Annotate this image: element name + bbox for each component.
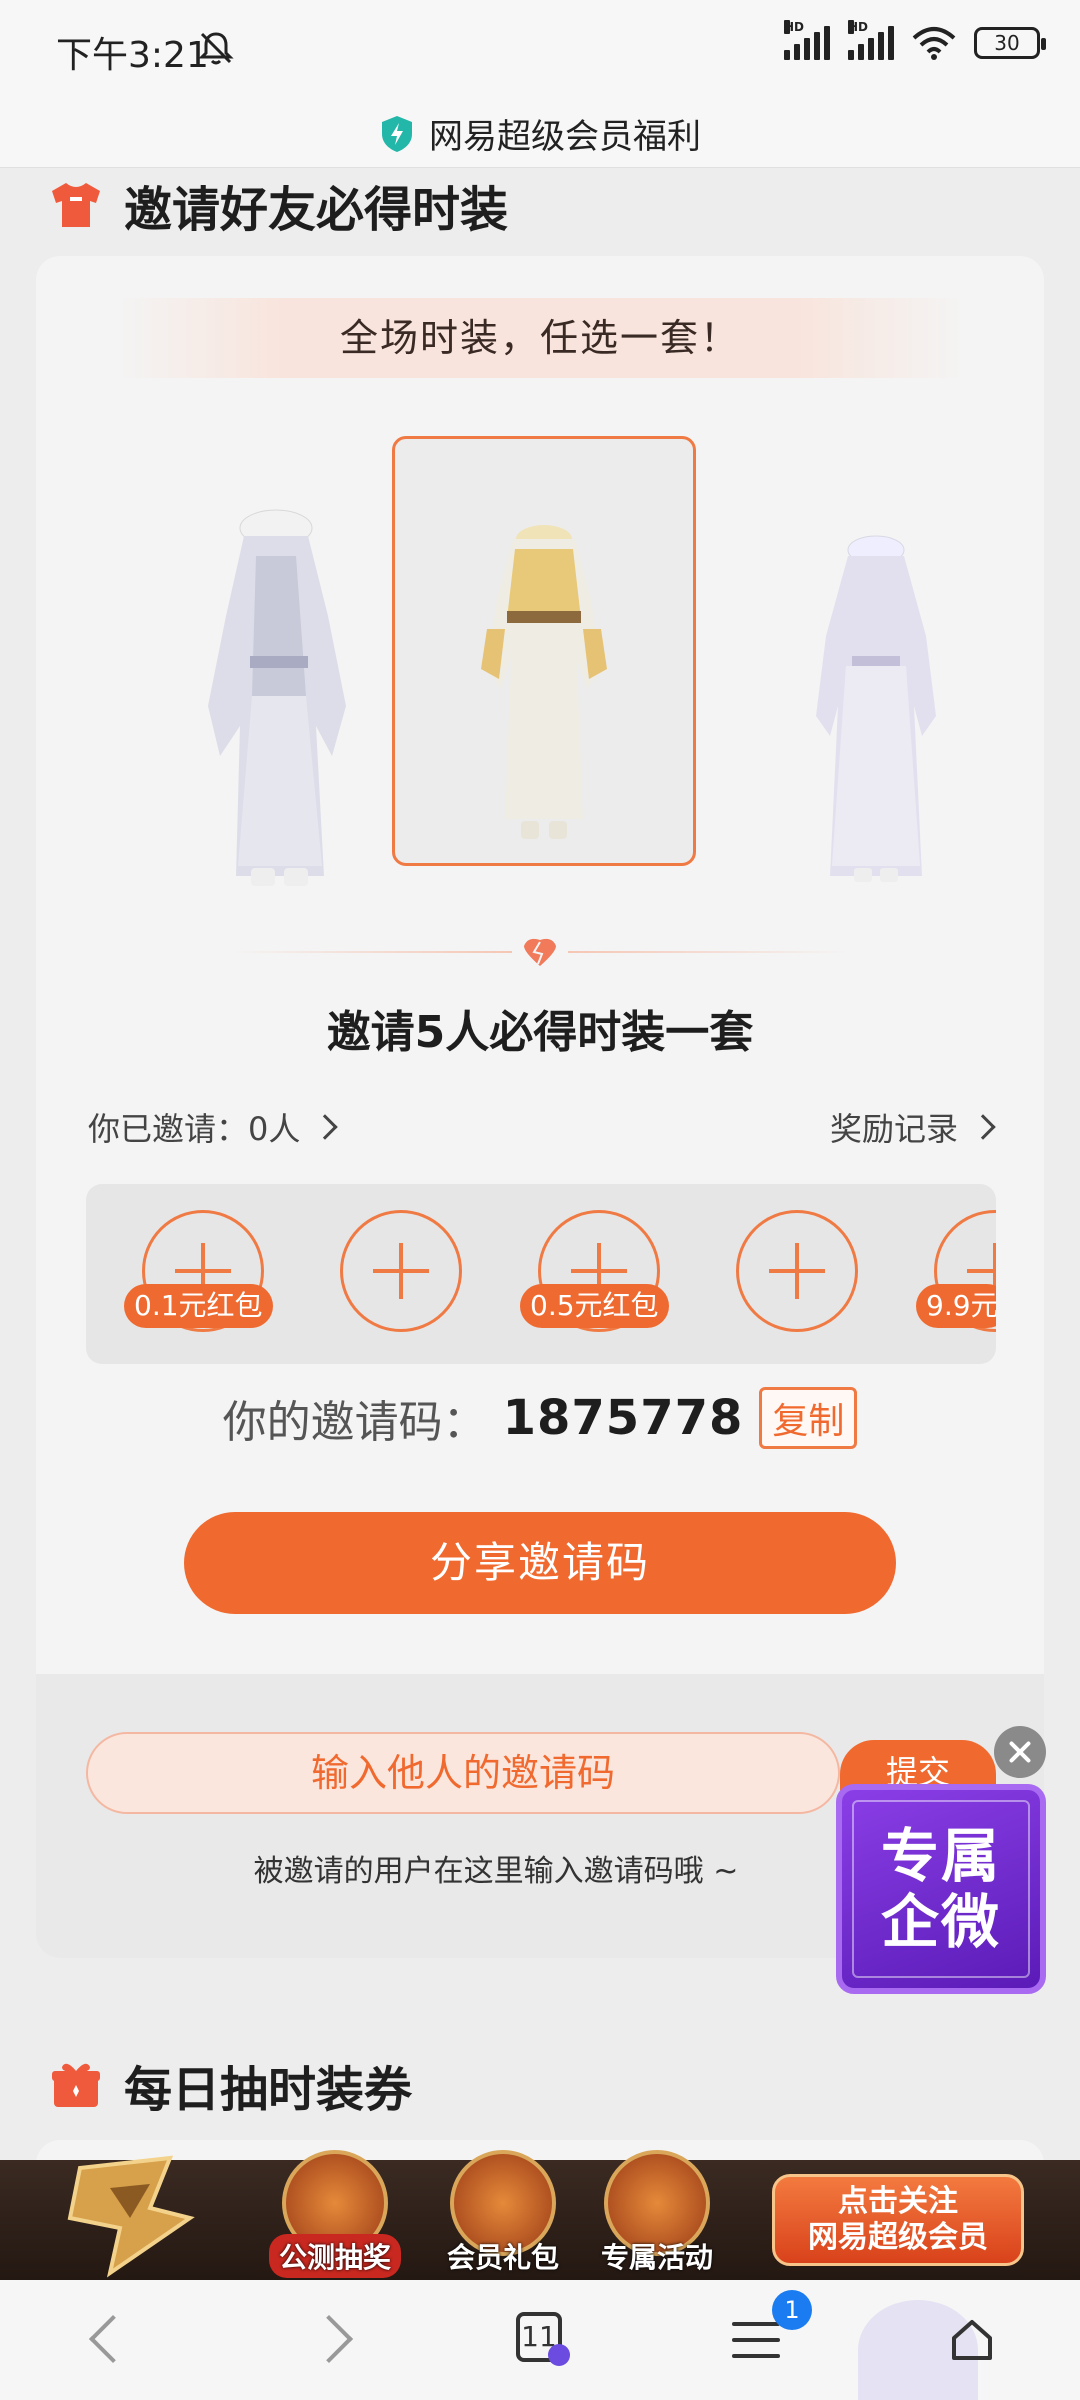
- invite-goal-title: 邀请5人必得时装一套: [326, 1007, 754, 1058]
- outfit-image: [208, 509, 346, 886]
- tabs-button[interactable]: 11: [500, 2300, 580, 2380]
- back-button[interactable]: [66, 2300, 146, 2380]
- status-icons: HD HD 30: [784, 20, 1046, 60]
- signal-icon: HD: [784, 20, 830, 60]
- gift-icon: [52, 2063, 100, 2107]
- chevron-right-icon: [312, 1114, 339, 1140]
- cta-line2: 网易超级会员: [808, 2220, 988, 2255]
- section-title: 每日抽时装券: [124, 2062, 413, 2118]
- reward-badge-1: 0.1元红包: [124, 1284, 273, 1328]
- share-invite-code-button[interactable]: 分享邀请码: [184, 1512, 896, 1614]
- promo-banner: 全场时装，任选一套！: [116, 298, 964, 378]
- promo-item-activity[interactable]: 专属活动: [601, 2150, 713, 2274]
- wecom-frame: 专属 企微: [852, 1800, 1030, 1978]
- title-bar: 网易超级会员福利: [0, 100, 1080, 168]
- wifi-icon: [912, 27, 956, 60]
- netease-logo-icon: [67, 2155, 195, 2278]
- divider-heart-icon: [232, 938, 848, 966]
- section-title: 邀请好友必得时装: [124, 182, 509, 238]
- cta-line1: 点击关注: [838, 2184, 958, 2219]
- invite-slot-4[interactable]: [736, 1210, 858, 1332]
- home-icon: [952, 2320, 992, 2360]
- chevron-right-icon: [970, 1114, 996, 1140]
- home-button[interactable]: [932, 2300, 1012, 2380]
- signal-icon-2: HD: [848, 20, 894, 60]
- wecom-line2: 企微: [880, 1888, 1001, 1956]
- promo-label: 公测抽奖: [269, 2234, 402, 2278]
- section-header-invite: 邀请好友必得时装: [48, 170, 508, 240]
- reward-record-label: 奖励记录: [829, 1110, 958, 1148]
- promo-item-lottery[interactable]: 公测抽奖: [269, 2150, 402, 2278]
- wecom-float-button[interactable]: 专属 企微: [836, 1784, 1046, 1994]
- menu-button[interactable]: 1: [716, 2290, 812, 2380]
- invited-count-label: 你已邀请：0人: [88, 1110, 301, 1148]
- invite-code-value: 1875778: [502, 1390, 744, 1446]
- invited-count-link[interactable]: 你已邀请：0人: [88, 1104, 339, 1150]
- outfit-option-2-selected[interactable]: [392, 436, 696, 866]
- outfit-image: [481, 525, 607, 839]
- promo-item-gift[interactable]: 会员礼包: [447, 2150, 559, 2274]
- invite-code-input[interactable]: 输入他人的邀请码: [86, 1732, 840, 1814]
- forward-button[interactable]: [296, 2300, 376, 2380]
- reward-badge-5: 9.9元: [916, 1284, 996, 1328]
- promo-label: 专属活动: [601, 2241, 714, 2274]
- page-title: 网易超级会员福利: [429, 117, 701, 157]
- outfit-option-1[interactable]: [156, 496, 396, 936]
- outfit-option-3[interactable]: [776, 516, 976, 936]
- close-icon[interactable]: [994, 1726, 1046, 1778]
- status-time: 下午3:21: [56, 35, 209, 76]
- battery-icon: 30: [974, 27, 1046, 59]
- input-hint: 被邀请的用户在这里输入邀请码哦 ~: [253, 1854, 739, 1889]
- outfit-image: [816, 535, 936, 882]
- wecom-line1: 专属: [880, 1822, 1001, 1890]
- invite-slot-2[interactable]: [340, 1210, 462, 1332]
- invite-card: 全场时装，任选一套！ 邀请5人必得时装一套 你已邀请：0人 奖励记录 0.1元红…: [36, 256, 1044, 1958]
- section-header-daily: 每日抽时装券: [48, 2050, 412, 2120]
- invite-code-row: 你的邀请码： 1875778 复制: [36, 1386, 1044, 1450]
- copy-button[interactable]: 复制: [759, 1387, 858, 1449]
- shield-lightning-icon: [382, 115, 412, 152]
- ghost-icon: [548, 2344, 570, 2366]
- invite-code-label: 你的邀请码：: [222, 1397, 487, 1448]
- invite-slots: 0.1元红包 0.5元红包 9.9元: [86, 1184, 996, 1364]
- mute-bell-icon: [198, 32, 234, 65]
- reward-badge-3: 0.5元红包: [520, 1284, 669, 1328]
- follow-cta-button[interactable]: 点击关注 网易超级会员: [772, 2174, 1024, 2266]
- reward-record-link[interactable]: 奖励记录: [829, 1104, 996, 1150]
- shirt-icon: [52, 183, 100, 227]
- promo-label: 会员礼包: [447, 2241, 560, 2274]
- menu-badge: 1: [772, 2290, 812, 2330]
